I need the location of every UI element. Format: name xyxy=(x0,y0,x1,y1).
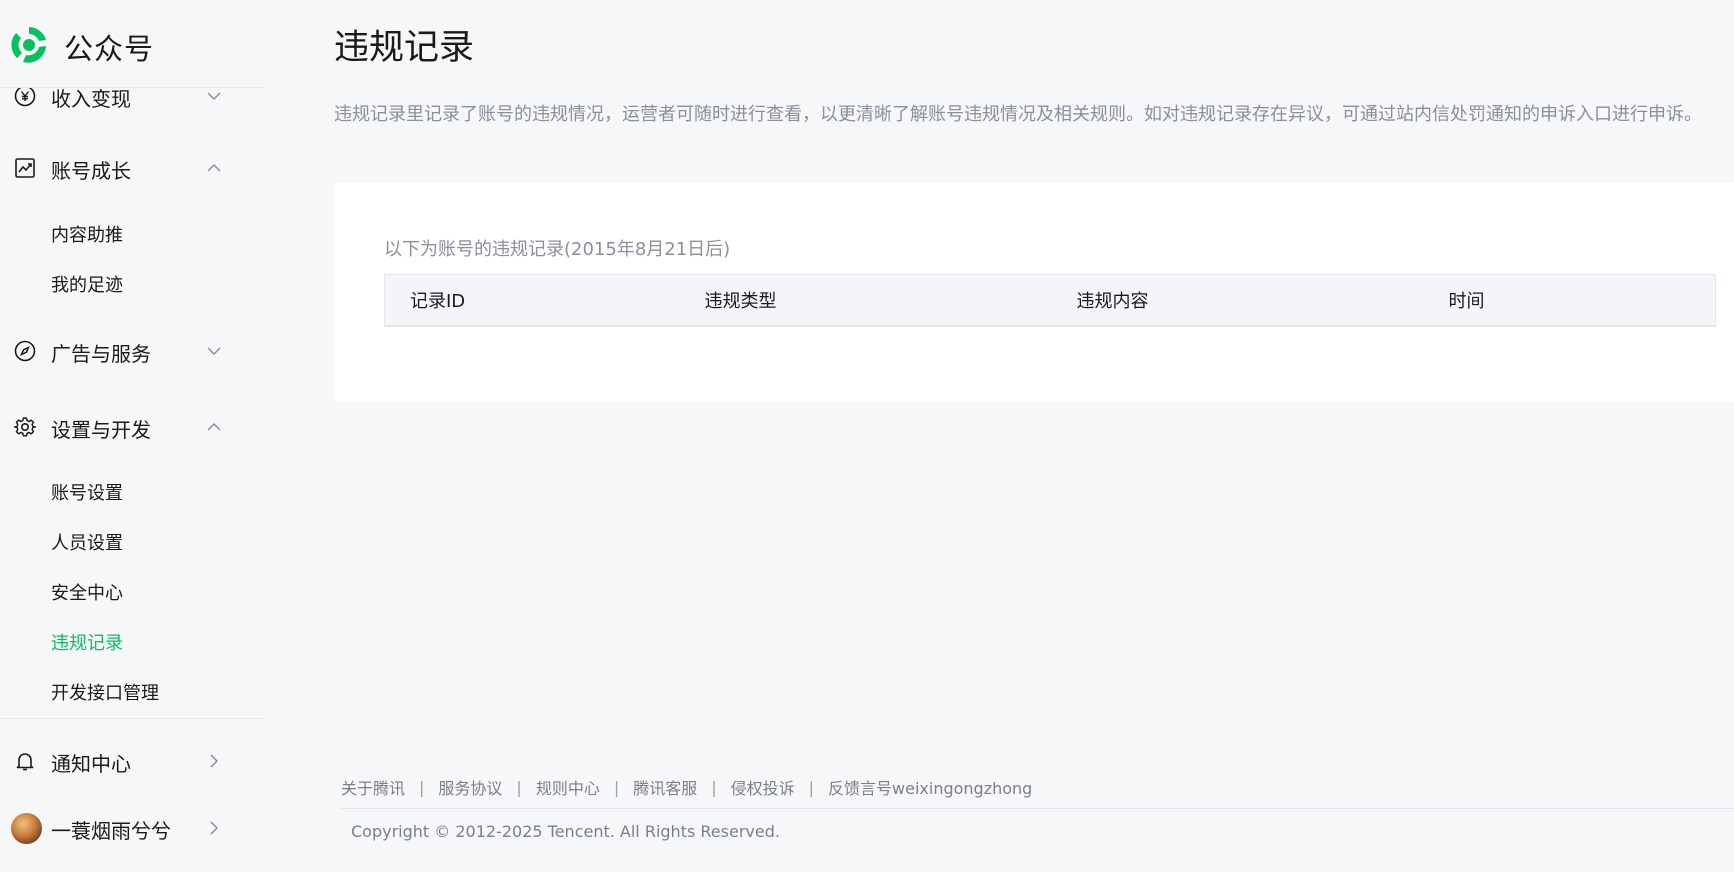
yen-circle-icon xyxy=(14,85,36,107)
nav-group-settings-dev[interactable]: 设置与开发 xyxy=(0,405,264,449)
nav-group-label: 通知中心 xyxy=(51,752,131,776)
footer-link-service-agreement[interactable]: 服务协议 xyxy=(438,775,502,799)
chevron-up-icon xyxy=(207,163,221,172)
sidebar-item-my-footprint[interactable]: 我的足迹 xyxy=(51,270,123,302)
column-header-violation-content: 违规内容 xyxy=(1076,274,1449,327)
page-description: 违规记录里记录了账号的违规情况，运营者可随时进行查看，以更清晰了解账号违规情况及… xyxy=(334,104,1702,125)
sidebar-item-violation-records[interactable]: 违规记录 xyxy=(51,628,123,660)
footer-link-feedback-account[interactable]: 反馈言号weixingongzhong xyxy=(828,775,1032,799)
footer-link-about-tencent[interactable]: 关于腾讯 xyxy=(341,775,405,799)
bell-icon xyxy=(16,753,34,771)
nav-group-label: 广告与服务 xyxy=(51,342,151,366)
column-header-record-id: 记录ID xyxy=(384,274,705,327)
nav-group-label: 账号成长 xyxy=(51,159,131,183)
avatar[interactable] xyxy=(11,813,42,844)
gear-icon xyxy=(14,417,36,437)
table-header-row: 记录ID 违规类型 违规内容 时间 xyxy=(384,274,1716,327)
sidebar-item-staff-settings[interactable]: 人员设置 xyxy=(51,528,123,560)
records-caption: 以下为账号的违规记录(2015年8月21日后) xyxy=(384,239,731,260)
logo-header: 公众号 xyxy=(0,0,264,88)
app-root: 收入变现 公众号 账号成长 内容助推 我的足迹 广告与服务 设置与开发 账号设置… xyxy=(0,0,1734,872)
column-header-violation-type: 违规类型 xyxy=(704,274,1077,327)
wechat-official-logo-icon xyxy=(11,27,46,63)
copyright-text: Copyright © 2012-2025 Tencent. All Right… xyxy=(351,822,780,841)
nav-group-ads-services[interactable]: 广告与服务 xyxy=(0,329,264,373)
footer-link-customer-service[interactable]: 腾讯客服 xyxy=(633,775,697,799)
sidebar-item-account-settings[interactable]: 账号设置 xyxy=(51,478,123,510)
sidebar-item-security-center[interactable]: 安全中心 xyxy=(51,578,123,610)
footer-links: 关于腾讯 | 服务协议 | 规则中心 | 腾讯客服 | 侵权投诉 | 反馈言号w… xyxy=(341,775,1032,799)
nav-group-account-growth[interactable]: 账号成长 xyxy=(0,146,264,190)
footer-separator: | xyxy=(711,777,717,797)
user-name: 一蓑烟雨兮兮 xyxy=(51,819,171,843)
nav-group-label: 设置与开发 xyxy=(51,418,151,442)
footer-separator: | xyxy=(516,777,522,797)
app-name: 公众号 xyxy=(64,32,155,66)
violation-records-card: 以下为账号的违规记录(2015年8月21日后) 记录ID 违规类型 违规内容 时… xyxy=(335,183,1734,402)
compass-icon xyxy=(14,340,36,362)
footer-divider xyxy=(341,808,1734,809)
trend-chart-icon xyxy=(15,158,35,178)
violation-records-table: 记录ID 违规类型 违规内容 时间 xyxy=(384,274,1716,327)
nav-notification-center[interactable]: 通知中心 xyxy=(0,739,264,783)
footer-separator: | xyxy=(419,777,425,797)
column-header-time: 时间 xyxy=(1448,274,1716,327)
chevron-up-icon xyxy=(207,422,221,431)
chevron-right-icon xyxy=(210,754,219,768)
sidebar: 收入变现 公众号 账号成长 内容助推 我的足迹 广告与服务 设置与开发 账号设置… xyxy=(0,0,264,872)
sidebar-item-content-boost[interactable]: 内容助推 xyxy=(51,220,123,252)
chevron-down-icon xyxy=(207,347,221,356)
sidebar-divider xyxy=(0,718,264,719)
footer-link-infringement-complaint[interactable]: 侵权投诉 xyxy=(731,775,795,799)
page-title: 违规记录 xyxy=(334,28,475,68)
footer-link-rules-center[interactable]: 规则中心 xyxy=(536,775,600,799)
sidebar-item-dev-api-management[interactable]: 开发接口管理 xyxy=(51,678,159,710)
chevron-right-icon xyxy=(210,821,219,835)
chevron-down-icon xyxy=(207,92,221,101)
footer-separator: | xyxy=(808,777,815,797)
footer-separator: | xyxy=(613,777,620,797)
